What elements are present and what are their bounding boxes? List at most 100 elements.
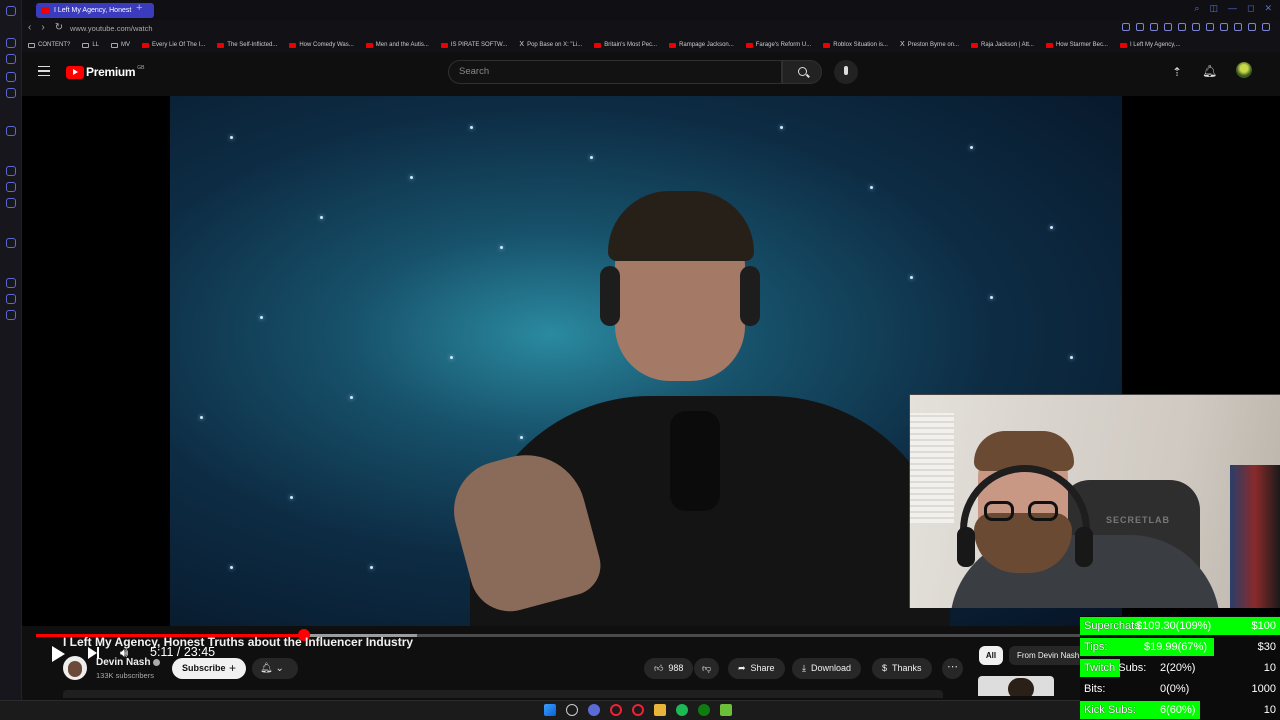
- heart-icon[interactable]: [1192, 23, 1200, 31]
- whatsapp-icon[interactable]: [6, 88, 16, 98]
- opera-taskbar-icon[interactable]: [610, 704, 622, 716]
- notification-bell-button[interactable]: 🔔︎ ⌄: [252, 658, 298, 679]
- more-actions-icon[interactable]: ⋯: [942, 658, 963, 679]
- bookmark-label: Rampage Jackson...: [679, 42, 734, 48]
- bookmark-item[interactable]: CONTENT?: [28, 38, 70, 52]
- bookmark-item[interactable]: Raja Jackson | Att...: [971, 38, 1034, 52]
- extensions-icon[interactable]: [1220, 23, 1228, 31]
- sound-icon[interactable]: [1206, 23, 1214, 31]
- search-button[interactable]: [782, 60, 822, 84]
- file-explorer-icon[interactable]: [654, 704, 666, 716]
- bookmark-item[interactable]: LL: [82, 38, 99, 52]
- search-tabs-icon[interactable]: ⌕: [1194, 3, 1199, 14]
- upload-icon[interactable]: ⇡: [1172, 65, 1182, 79]
- history-icon[interactable]: [6, 278, 16, 288]
- facebook-messenger-icon[interactable]: [6, 182, 16, 192]
- channel-avatar[interactable]: [63, 656, 87, 680]
- xbox-icon[interactable]: [698, 704, 710, 716]
- forward-icon[interactable]: ›: [41, 22, 44, 33]
- workspaces-icon[interactable]: [6, 54, 16, 64]
- bookmark-item[interactable]: Britain's Most Pec...: [594, 38, 657, 52]
- subscribe-button[interactable]: Subscribe +: [172, 658, 246, 679]
- bookmark-item[interactable]: X Pop Base on X: "Li...: [519, 38, 582, 52]
- stat-goal: $30: [1257, 641, 1276, 653]
- zoom-icon[interactable]: [1122, 23, 1130, 31]
- stat-row: Kick Subs: 6(60%) 10: [1080, 700, 1280, 720]
- discord-taskbar-icon[interactable]: [588, 704, 600, 716]
- snapshot-tool-icon[interactable]: [1150, 23, 1158, 31]
- chip-from-channel[interactable]: From Devin Nash: [1009, 646, 1088, 665]
- bookmark-icon[interactable]: [1136, 23, 1144, 31]
- channel-name[interactable]: Devin Nash: [96, 657, 161, 668]
- folder-icon: [111, 42, 119, 48]
- browser-menu-icon[interactable]: [6, 6, 16, 16]
- speed-dial-icon[interactable]: [6, 38, 16, 48]
- recommendation-thumbnail[interactable]: [978, 676, 1054, 696]
- search-input[interactable]: Search: [448, 60, 782, 84]
- downloads-icon[interactable]: [6, 294, 16, 304]
- star: [370, 566, 373, 569]
- bookmark-item[interactable]: I Left My Agency,...: [1119, 38, 1181, 52]
- play-ext-icon[interactable]: [1178, 23, 1186, 31]
- share-button[interactable]: ➦ Share: [728, 658, 785, 679]
- bookmark-item[interactable]: MV: [111, 38, 130, 52]
- chip-all[interactable]: All: [979, 646, 1003, 665]
- back-icon[interactable]: ‹: [28, 22, 31, 33]
- star: [470, 126, 473, 129]
- download-button[interactable]: ⤓ Download: [792, 658, 862, 679]
- bookmark-item[interactable]: Farage's Reform U...: [745, 38, 811, 52]
- bookmark-item[interactable]: How Comedy Was...: [289, 38, 354, 52]
- tab-title: I Left My Agency, Honest: [54, 7, 132, 14]
- bookmark-item[interactable]: X Preston Byrne on...: [900, 38, 959, 52]
- download-label: Download: [810, 663, 852, 673]
- bookmark-item[interactable]: Roblox Situation is...: [823, 38, 888, 52]
- settings-icon[interactable]: [6, 310, 16, 320]
- discord-icon[interactable]: [6, 166, 16, 176]
- bookmark-item[interactable]: Men and the Autis...: [365, 38, 429, 52]
- app-taskbar-icon[interactable]: [720, 704, 732, 716]
- new-tab-icon[interactable]: +: [136, 2, 142, 14]
- youtube-icon: [440, 42, 448, 48]
- snapshot-icon[interactable]: ◫: [1209, 3, 1218, 14]
- instagram-icon[interactable]: [6, 198, 16, 208]
- bookmark-label: Preston Byrne on...: [907, 42, 960, 48]
- reload-icon[interactable]: ↻: [55, 22, 63, 33]
- x-icon: X: [519, 41, 525, 48]
- minimize-icon[interactable]: —: [1228, 3, 1237, 14]
- downloads-toolbar-icon[interactable]: [1234, 23, 1242, 31]
- easy-setup-icon[interactable]: [1262, 23, 1270, 31]
- youtube-icon: [669, 42, 677, 48]
- bookmark-item[interactable]: How Starmer Bec...: [1045, 38, 1108, 52]
- bookmark-item[interactable]: Rampage Jackson...: [669, 38, 734, 52]
- bookmark-item[interactable]: Every Lie Of The I...: [142, 38, 205, 52]
- messenger-icon[interactable]: [6, 72, 16, 82]
- close-icon[interactable]: ✕: [1264, 3, 1272, 14]
- vpn-icon[interactable]: [1164, 23, 1172, 31]
- player-icon[interactable]: [6, 238, 16, 248]
- star: [990, 296, 993, 299]
- bookmark-item[interactable]: The Self-Inflicted...: [217, 38, 277, 52]
- description-box[interactable]: [63, 690, 943, 698]
- url-field[interactable]: www.youtube.com/watch: [70, 22, 153, 36]
- voice-search-icon[interactable]: [834, 60, 858, 84]
- dislike-button[interactable]: 👎︎: [694, 658, 720, 679]
- maximize-icon[interactable]: ◻: [1247, 3, 1254, 14]
- spotify-icon[interactable]: [676, 704, 688, 716]
- window-blind: [910, 413, 954, 523]
- like-button[interactable]: 👍︎ 988: [644, 658, 694, 679]
- account-icon[interactable]: [1248, 23, 1256, 31]
- verified-icon: [153, 658, 161, 666]
- aria-icon[interactable]: [6, 126, 16, 136]
- star: [590, 156, 593, 159]
- thumbs-up-icon: 👍︎: [654, 663, 664, 673]
- channel-name-text[interactable]: Devin Nash: [96, 657, 150, 668]
- notifications-icon[interactable]: 🔔︎: [1202, 64, 1217, 78]
- taskbar-search-icon[interactable]: [566, 704, 578, 716]
- bookmark-item[interactable]: IS PIRATE SOFTW...: [440, 38, 507, 52]
- thanks-button[interactable]: $ Thanks: [872, 658, 932, 679]
- youtube-logo[interactable]: Premium GB: [66, 65, 145, 79]
- obs-taskbar-icon[interactable]: [632, 704, 644, 716]
- start-icon[interactable]: [544, 704, 556, 716]
- account-avatar[interactable]: [1236, 62, 1252, 78]
- menu-icon[interactable]: [38, 66, 50, 76]
